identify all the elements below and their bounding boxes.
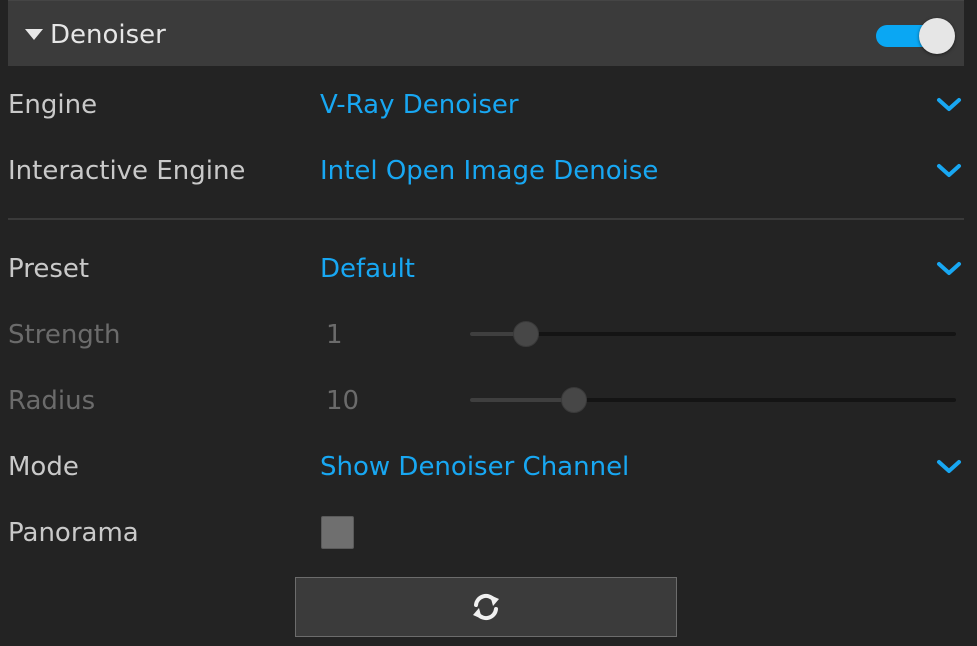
chevron-down-icon[interactable] [936,162,962,180]
section-divider [8,218,964,220]
denoiser-enable-toggle[interactable] [874,17,958,55]
interactive-engine-label: Interactive Engine [8,156,246,186]
preset-label: Preset [8,254,90,284]
preset-dropdown[interactable]: Default [320,252,415,286]
toggle-knob [919,18,955,54]
chevron-down-icon[interactable] [936,260,962,278]
strength-value[interactable]: 1 [326,318,343,352]
mode-label: Mode [8,452,79,482]
radius-label: Radius [8,386,96,416]
interactive-engine-dropdown[interactable]: Intel Open Image Denoise [320,154,658,188]
chevron-down-icon[interactable] [936,458,962,476]
radius-slider-handle[interactable] [561,387,587,413]
engine-label: Engine [8,90,98,120]
radius-slider[interactable] [470,387,956,413]
strength-slider[interactable] [470,321,956,347]
strength-slider-handle[interactable] [513,321,539,347]
engine-dropdown[interactable]: V-Ray Denoiser [320,88,519,122]
strength-label: Strength [8,320,121,350]
refresh-icon [473,593,499,621]
radius-value[interactable]: 10 [326,384,359,418]
chevron-down-icon[interactable] [936,96,962,114]
mode-dropdown[interactable]: Show Denoiser Channel [320,450,629,484]
panorama-label: Panorama [8,518,139,548]
refresh-button[interactable] [295,577,677,637]
panorama-checkbox[interactable] [321,516,354,549]
triangle-down-icon[interactable] [25,29,43,40]
denoiser-section-header[interactable]: Denoiser [8,0,964,66]
section-title: Denoiser [50,20,166,50]
radius-slider-fill [470,398,574,402]
